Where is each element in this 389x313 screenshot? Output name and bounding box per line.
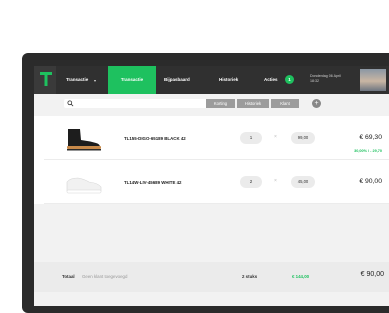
tab-historiek[interactable]: Historiek: [219, 66, 238, 94]
product-name: TL155-DIGO-65189 BLACK 42: [124, 136, 186, 141]
pos-screen: Transactie ▾ Transactie Bijpasbaard Hist…: [34, 66, 389, 306]
klant-button[interactable]: Klant: [271, 99, 299, 108]
user-avatar[interactable]: [360, 69, 386, 91]
tab-acties-label: Acties: [264, 77, 278, 82]
brand-logo: [40, 72, 52, 86]
divider: [44, 203, 389, 204]
tab-transactie[interactable]: Transactie: [108, 66, 156, 94]
line-total: € 90,00: [359, 178, 382, 185]
date-time: Donderdag 06 April 18:32: [310, 74, 341, 84]
quantity-stepper[interactable]: 2: [240, 176, 262, 188]
customer-note[interactable]: Geen klant toegevoegd: [82, 274, 127, 279]
logo-box: [34, 66, 56, 94]
item-count: 2 stuks: [242, 274, 258, 279]
transactie-menu-label: Transactie: [66, 77, 89, 82]
grand-total: € 90,00: [360, 271, 384, 278]
historiek-button[interactable]: Historiek: [237, 99, 269, 108]
list-item[interactable]: TL14W-LIV-45689 WHITE 42 2 × 45,00 € 90,…: [34, 160, 389, 204]
unit-price[interactable]: 45,00: [291, 176, 315, 188]
tab-bijpasbaard-label: Bijpasbaard: [164, 77, 190, 82]
white-sneaker-icon: [66, 177, 102, 194]
search-icon: [67, 100, 74, 107]
unit-price[interactable]: 99,00: [291, 132, 315, 144]
discount-label: 30,00% / - 29,70: [354, 149, 382, 153]
tab-historiek-label: Historiek: [219, 77, 239, 82]
totals-bar: Totaal Geen klant toegevoegd 2 stuks € 1…: [34, 262, 389, 292]
product-name: TL14W-LIV-45689 WHITE 42: [124, 180, 182, 185]
top-nav: Transactie ▾ Transactie Bijpasbaard Hist…: [34, 66, 389, 94]
time-label: 18:32: [310, 79, 319, 83]
transactie-menu[interactable]: Transactie: [66, 66, 88, 94]
multiply-sign: ×: [274, 178, 277, 184]
green-total: € 144,00: [292, 274, 310, 279]
add-button[interactable]: +: [312, 99, 321, 108]
total-label: Totaal: [62, 274, 75, 279]
chevron-down-icon[interactable]: ▾: [94, 78, 96, 83]
multiply-sign: ×: [274, 134, 277, 140]
tab-bijpasbaard[interactable]: Bijpasbaard: [164, 66, 190, 94]
tab-transactie-label: Transactie: [120, 77, 144, 82]
tab-acties[interactable]: Acties: [264, 66, 278, 94]
black-boot-icon: [67, 129, 101, 151]
quantity-stepper[interactable]: 1: [240, 132, 262, 144]
line-total: € 69,30: [359, 134, 382, 141]
korting-button[interactable]: Korting: [206, 99, 235, 108]
list-item[interactable]: TL155-DIGO-65189 BLACK 42 1 × 99,00 € 69…: [34, 116, 389, 160]
acties-count-badge: 1: [285, 75, 294, 84]
search-bar: Korting Historiek Klant +: [34, 94, 389, 114]
